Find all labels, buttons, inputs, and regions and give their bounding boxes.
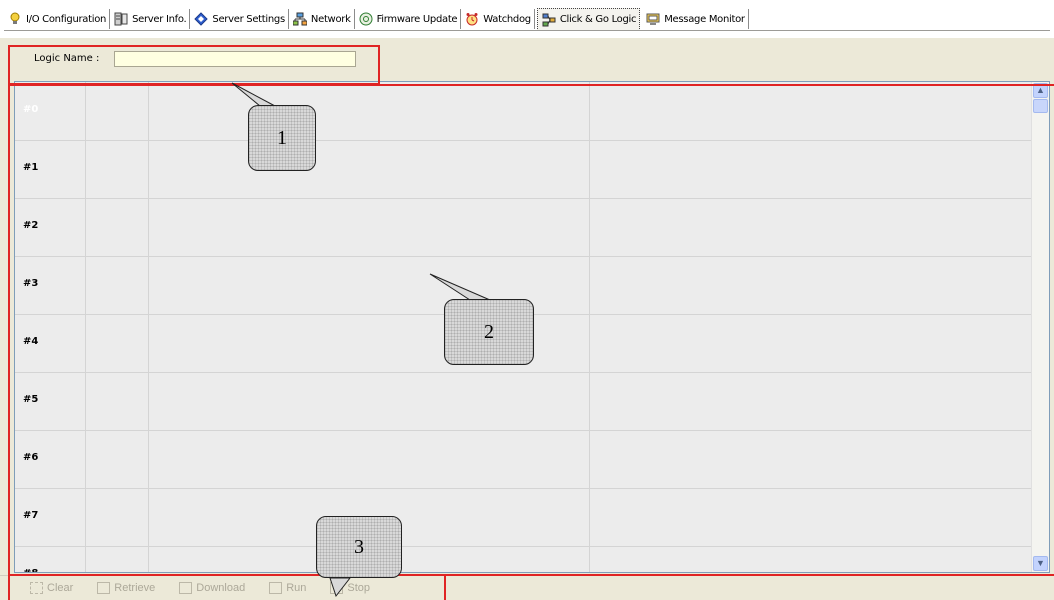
callout-2: 2 — [444, 299, 534, 365]
callout-number: 3 — [354, 535, 364, 558]
callout-1: 1 — [248, 105, 316, 171]
callout-3: 3 — [316, 516, 402, 578]
callout-number: 1 — [277, 126, 287, 149]
callout-number: 2 — [484, 320, 494, 343]
